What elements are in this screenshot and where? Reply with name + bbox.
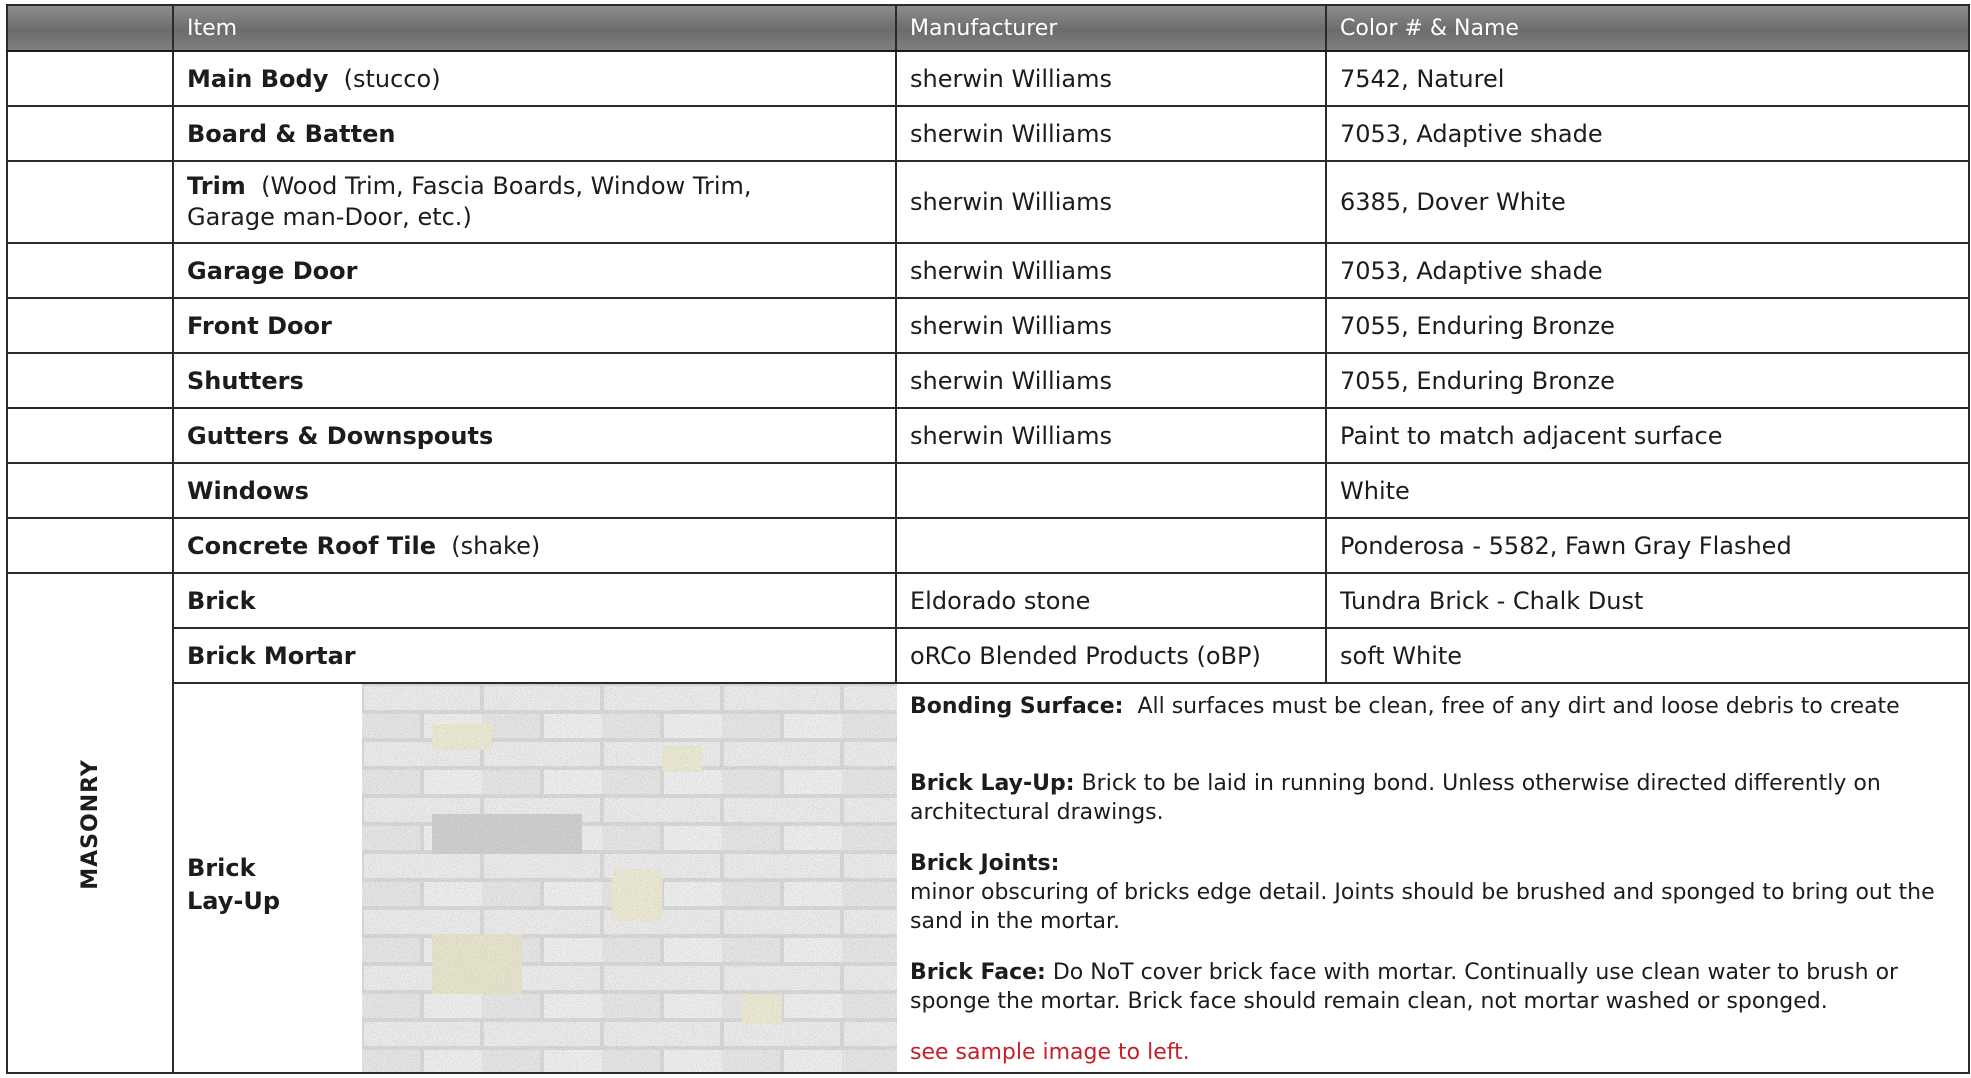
manufacturer-cell — [895, 517, 1327, 574]
item-cell: Front Door — [172, 297, 897, 354]
color-cell: 6385, Dover White — [1325, 160, 1970, 244]
item-name: Brick — [187, 586, 256, 615]
brick-face-note: Brick Face: Do NoT cover brick face with… — [910, 960, 1899, 1014]
item-cell: Garage Door — [172, 242, 897, 299]
header-color: Color # & Name — [1325, 4, 1970, 52]
brick-joints-note: Brick Joints: minor obscuring of bricks e… — [910, 851, 1935, 934]
item-cell: Concrete Roof Tile (shake) — [172, 517, 897, 574]
manufacturer-cell: Eldorado stone — [895, 572, 1327, 629]
table-row: Gutters & Downspouts sherwin Williams Pa… — [6, 407, 1970, 464]
layup-label: Brick Lay-Up — [187, 854, 281, 915]
header-row: Item Manufacturer Color # & Name — [6, 4, 1970, 52]
masonry-group-cell: MASONRY — [6, 572, 174, 1074]
item-cell: Brick Mortar — [172, 627, 897, 684]
item-note: (shake) — [451, 531, 541, 560]
layup-spec-cell: Bonding Surface: All surfaces must be cl… — [895, 682, 1970, 1074]
item-note: (Wood Trim, Fascia Boards, Window Trim, — [261, 172, 752, 200]
table-row: MASONRY Brick Eldorado stone Tundra Bric… — [6, 572, 1970, 1074]
item-name: Front Door — [187, 311, 332, 340]
item-name: Windows — [187, 476, 309, 505]
item-cell: Brick — [172, 572, 897, 629]
manufacturer-cell: sherwin Williams — [895, 50, 1327, 107]
item-cell: Board & Batten — [172, 105, 897, 162]
masonry-group-label: MASONRY — [77, 759, 103, 890]
table-row: Windows White — [6, 462, 1970, 519]
item-note-line2: Garage man-Door, etc.) — [187, 203, 472, 231]
table-row: Garage Door sherwin Williams 7053, Adapt… — [6, 242, 1970, 299]
item-cell: Main Body (stucco) — [172, 50, 897, 107]
manufacturer-cell: sherwin Williams — [895, 297, 1327, 354]
item-cell: Windows — [172, 462, 897, 519]
color-cell: Ponderosa - 5582, Fawn Gray Flashed — [1325, 517, 1970, 574]
item-name: Main Body — [187, 64, 329, 93]
brick-wall-sample-image — [362, 684, 897, 1072]
manufacturer-cell: oRCo Blended Products (oBP) — [895, 627, 1327, 684]
item-name: Board & Batten — [187, 119, 396, 148]
color-cell: soft White — [1325, 627, 1970, 684]
table-row: Brick Lay-Up Bonding Surface: All surfac… — [7, 682, 1970, 1074]
item-cell: Shutters — [172, 352, 897, 409]
item-note: (stucco) — [343, 64, 441, 93]
color-cell: 7053, Adaptive shade — [1325, 105, 1970, 162]
manufacturer-cell: sherwin Williams — [895, 407, 1327, 464]
item-cell: Gutters & Downspouts — [172, 407, 897, 464]
item-name: Trim — [187, 172, 246, 200]
manufacturer-cell: sherwin Williams — [895, 352, 1327, 409]
header-item: Item — [172, 4, 897, 52]
brick-layup-note: Brick Lay-Up: Brick to be laid in runnin… — [910, 771, 1881, 825]
item-name: Shutters — [187, 366, 304, 395]
item-name: Gutters & Downspouts — [187, 421, 494, 450]
manufacturer-cell: sherwin Williams — [895, 160, 1327, 244]
item-name: Concrete Roof Tile — [187, 531, 436, 560]
table-row: Main Body (stucco) sherwin Williams 7542… — [6, 50, 1970, 107]
header-blank — [6, 4, 174, 52]
color-cell: 7055, Enduring Bronze — [1325, 352, 1970, 409]
manufacturer-cell: sherwin Williams — [895, 105, 1327, 162]
item-name: Brick Mortar — [187, 641, 356, 670]
manufacturer-cell: sherwin Williams — [895, 242, 1327, 299]
table-row: Board & Batten sherwin Williams 7053, Ad… — [6, 105, 1970, 162]
color-schedule-table: Item Manufacturer Color # & Name Main Bo… — [6, 4, 1970, 1074]
bonding-surface-note: Bonding Surface: All surfaces must be cl… — [910, 694, 1900, 719]
color-cell: Paint to match adjacent surface — [1325, 407, 1970, 464]
color-cell: Tundra Brick - Chalk Dust — [1325, 572, 1970, 629]
table-row: Concrete Roof Tile (shake) Ponderosa - 5… — [6, 517, 1970, 574]
table-row: Brick Mortar oRCo Blended Products (oBP)… — [7, 627, 1970, 684]
manufacturer-cell — [895, 462, 1327, 519]
color-cell: White — [1325, 462, 1970, 519]
table-row: Front Door sherwin Williams 7055, Enduri… — [6, 297, 1970, 354]
sample-image-note: see sample image to left. — [910, 1040, 1190, 1065]
table-row: Shutters sherwin Williams 7055, Enduring… — [6, 352, 1970, 409]
color-cell: 7055, Enduring Bronze — [1325, 297, 1970, 354]
color-cell: 7053, Adaptive shade — [1325, 242, 1970, 299]
table-row: Trim (Wood Trim, Fascia Boards, Window T… — [6, 160, 1970, 244]
color-schedule: Item Manufacturer Color # & Name Main Bo… — [6, 4, 1970, 1074]
color-cell: 7542, Naturel — [1325, 50, 1970, 107]
layup-item-cell: Brick Lay-Up — [172, 682, 897, 1074]
header-manufacturer: Manufacturer — [895, 4, 1327, 52]
item-cell: Trim (Wood Trim, Fascia Boards, Window T… — [172, 160, 897, 244]
item-name: Garage Door — [187, 256, 358, 285]
